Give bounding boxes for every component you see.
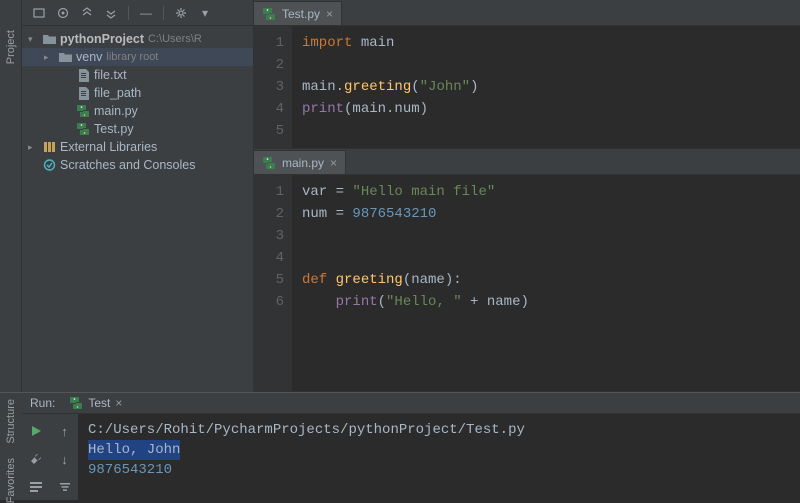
collapse-all-icon[interactable] [80, 6, 94, 20]
settings-icon[interactable] [174, 6, 188, 20]
tree-file[interactable]: main.py [22, 102, 253, 120]
tree-label: file.txt [94, 68, 127, 82]
console-line: Hello, John [88, 440, 180, 460]
toolbar-separator [163, 6, 164, 20]
tool-window-strip-left: Project [0, 0, 22, 392]
run-tool-window: Structure Favorites Run: Test × ↑ [0, 392, 800, 500]
tab-label: Test.py [282, 7, 320, 21]
up-stack-icon[interactable]: ↑ [56, 422, 74, 440]
gutter: 1 2 3 4 5 6 [254, 175, 292, 391]
toolbar-separator [128, 6, 129, 20]
tree-root[interactable]: ▾ pythonProject C:\Users\R [22, 30, 253, 48]
python-file-icon [262, 7, 276, 21]
tree-file[interactable]: Test.py [22, 120, 253, 138]
editor-tab-test[interactable]: Test.py × [254, 1, 342, 25]
hide-icon[interactable]: — [139, 6, 153, 20]
project-tree: ▾ pythonProject C:\Users\R ▸ venv librar… [22, 26, 253, 178]
gutter: 1 2 3 4 5 [254, 26, 292, 148]
expand-icon[interactable]: ▸ [44, 52, 54, 63]
wrench-icon[interactable] [27, 450, 45, 468]
run-label: Run: [30, 396, 55, 410]
text-file-icon [76, 86, 90, 100]
expand-icon[interactable]: ▾ [28, 34, 38, 45]
tree-file[interactable]: file.txt [22, 66, 253, 84]
wrap-icon[interactable] [27, 478, 45, 496]
dropdown-icon[interactable]: ▾ [198, 6, 212, 20]
editor-tabbar-bottom: main.py × [254, 149, 800, 175]
run-actions-toolbar: ↑ ↓ [22, 414, 78, 500]
folder-icon [42, 32, 56, 46]
close-icon[interactable]: × [326, 7, 333, 21]
filter-icon[interactable] [56, 478, 74, 496]
close-icon[interactable]: × [330, 156, 337, 170]
project-view-icon[interactable] [32, 6, 46, 20]
tree-label: Scratches and Consoles [60, 158, 196, 172]
console-output[interactable]: C:/Users/Rohit/PycharmProjects/pythonPro… [78, 414, 800, 500]
tree-hint: library root [106, 51, 158, 63]
run-config-label: Test [88, 396, 110, 410]
down-stack-icon[interactable]: ↓ [56, 450, 74, 468]
tab-label: main.py [282, 156, 324, 170]
project-tool-button[interactable]: Project [5, 30, 17, 64]
close-icon[interactable]: × [115, 396, 122, 410]
tree-file[interactable]: file_path [22, 84, 253, 102]
external-libraries-icon [42, 140, 56, 154]
text-file-icon [76, 68, 90, 82]
editor-area: Test.py × 1 2 3 4 5 import main main.gre… [254, 0, 800, 392]
code-area[interactable]: var = "Hello main file" num = 9876543210… [292, 175, 539, 391]
editor-main-py[interactable]: 1 2 3 4 5 6 var = "Hello main file" num … [254, 175, 800, 392]
python-file-icon [76, 104, 90, 118]
scope-icon[interactable] [56, 6, 70, 20]
tool-window-strip-bottom-left: Structure Favorites [0, 393, 22, 500]
editor-test-py[interactable]: 1 2 3 4 5 import main main.greeting("Joh… [254, 26, 800, 149]
run-config-tab[interactable]: Test × [63, 393, 128, 413]
tree-label: pythonProject [60, 32, 144, 46]
python-file-icon [262, 156, 276, 170]
project-sidebar: — ▾ ▾ pythonProject C:\Users\R ▸ ve [22, 0, 254, 392]
tree-label: Test.py [94, 122, 134, 136]
code-area[interactable]: import main main.greeting("John") print(… [292, 26, 488, 148]
console-line: 9876543210 [88, 462, 172, 478]
tree-label: venv [76, 50, 102, 64]
console-cmdline: C:/Users/Rohit/PycharmProjects/pythonPro… [88, 422, 525, 438]
favorites-tool-button[interactable]: Favorites [5, 458, 17, 503]
python-file-icon [69, 396, 83, 410]
python-file-icon [76, 122, 90, 136]
tree-hint: C:\Users\R [148, 33, 202, 45]
tree-venv[interactable]: ▸ venv library root [22, 48, 253, 66]
structure-tool-button[interactable]: Structure [5, 399, 17, 444]
expand-all-icon[interactable] [104, 6, 118, 20]
tree-scratches[interactable]: Scratches and Consoles [22, 156, 253, 174]
folder-icon [58, 50, 72, 64]
tree-label: External Libraries [60, 140, 157, 154]
editor-tabbar-top: Test.py × [254, 0, 800, 26]
tree-label: main.py [94, 104, 138, 118]
run-header: Run: Test × [22, 393, 800, 414]
tree-label: file_path [94, 86, 141, 100]
editor-tab-main[interactable]: main.py × [254, 150, 346, 174]
tree-external-libraries[interactable]: ▸ External Libraries [22, 138, 253, 156]
scratches-icon [42, 158, 56, 172]
rerun-icon[interactable] [27, 422, 45, 440]
project-toolbar: — ▾ [22, 0, 253, 26]
expand-icon[interactable]: ▸ [28, 142, 38, 153]
